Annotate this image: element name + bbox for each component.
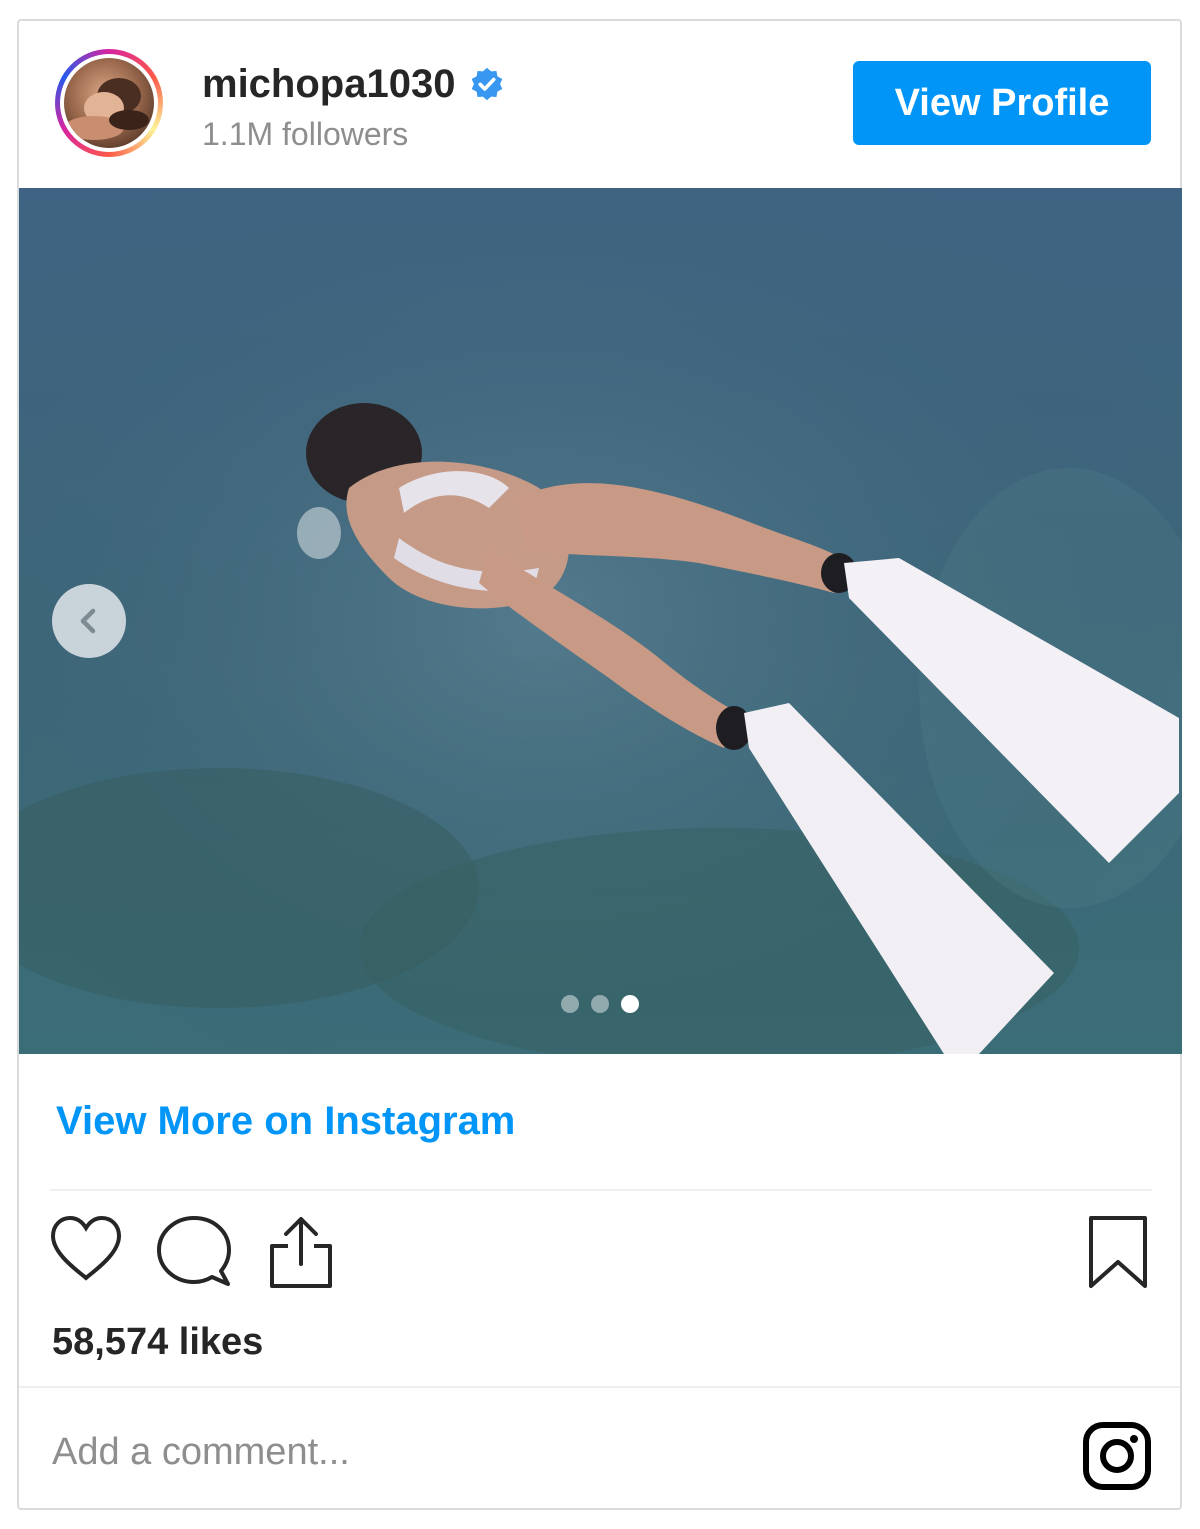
like-count[interactable]: 58,574 likes [52,1321,263,1364]
divider [50,1189,1152,1191]
verified-badge-icon [472,67,503,101]
avatar-frame [60,54,158,152]
username-row: michopa1030 [202,59,505,109]
carousel-dot [561,995,579,1013]
share-icon[interactable] [266,1214,336,1290]
heart-icon[interactable] [48,1214,124,1284]
instagram-logo-icon[interactable] [1082,1421,1152,1491]
bookmark-icon[interactable] [1087,1214,1149,1290]
add-comment-input[interactable]: Add a comment... [52,1431,350,1474]
follower-count: 1.1M followers [202,116,409,152]
comment-bubble-icon[interactable] [155,1214,235,1290]
underwater-photo [19,188,1182,1054]
carousel-indicator [561,995,639,1013]
chevron-left-icon [80,608,96,634]
divider [19,1386,1180,1388]
post-header: michopa1030 1.1M followers View Profile [19,21,1180,188]
view-profile-button[interactable]: View Profile [853,61,1151,145]
avatar[interactable] [55,49,163,157]
action-bar [19,1214,1180,1294]
instagram-embed-card: michopa1030 1.1M followers View Profile [17,19,1182,1510]
avatar-photo [64,78,149,140]
avatar-image [64,58,154,148]
carousel-prev-button[interactable] [52,584,126,658]
carousel-dot-active [621,995,639,1013]
username[interactable]: michopa1030 [202,62,455,107]
view-more-link[interactable]: View More on Instagram [56,1099,515,1144]
carousel-dot [591,995,609,1013]
post-media[interactable] [19,188,1182,1054]
